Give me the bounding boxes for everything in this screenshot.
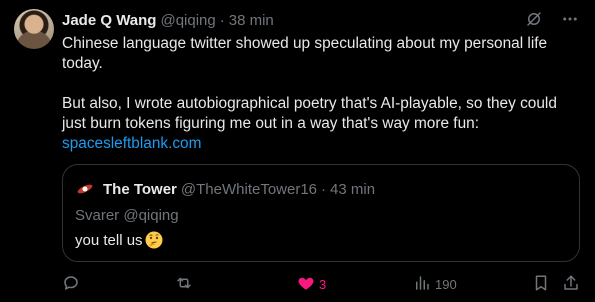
author-handle[interactable]: @qiqing bbox=[160, 12, 215, 29]
quoted-post-text-row: you tell us bbox=[75, 231, 163, 249]
quoted-reply-context: Svarer @qiqing bbox=[75, 207, 179, 224]
author-name[interactable]: Jade Q Wang bbox=[62, 12, 156, 29]
reply-button[interactable] bbox=[62, 273, 84, 295]
quoted-post-header: The Tower @TheWhiteTower16 · 43 min bbox=[75, 179, 375, 199]
more-icon bbox=[561, 10, 579, 28]
repost-icon bbox=[174, 274, 194, 295]
post-body-para2: But also, I wrote autobiographical poetr… bbox=[62, 95, 557, 132]
like-button[interactable]: 3 bbox=[297, 273, 326, 295]
grok-button[interactable] bbox=[523, 8, 545, 30]
post-body-para1: Chinese language twitter showed up specu… bbox=[62, 35, 548, 72]
action-bar: 3 190 bbox=[62, 273, 582, 295]
more-button[interactable] bbox=[559, 8, 581, 30]
post-header: Jade Q Wang @qiqing · 38 min bbox=[62, 10, 274, 30]
header-separator: · bbox=[219, 11, 225, 29]
reply-icon bbox=[62, 274, 80, 295]
quoted-post-text: you tell us bbox=[75, 231, 143, 249]
like-count: 3 bbox=[319, 276, 327, 292]
quoted-author-name[interactable]: The Tower bbox=[103, 181, 177, 198]
grok-icon bbox=[525, 10, 543, 28]
repost-button[interactable] bbox=[174, 273, 198, 295]
views-button[interactable]: 190 bbox=[413, 273, 457, 295]
bookmark-icon bbox=[532, 274, 550, 295]
share-icon bbox=[562, 274, 580, 295]
author-avatar[interactable] bbox=[14, 9, 54, 49]
post-time[interactable]: 38 min bbox=[229, 12, 274, 29]
quoted-author-handle[interactable]: @TheWhiteTower16 bbox=[181, 181, 317, 198]
thinking-face-emoji bbox=[145, 231, 163, 249]
views-icon bbox=[413, 274, 431, 295]
heart-filled-icon bbox=[297, 274, 315, 295]
quoted-post[interactable]: The Tower @TheWhiteTower16 · 43 min Svar… bbox=[62, 164, 580, 262]
quoted-header-separator: · bbox=[321, 180, 327, 198]
share-button[interactable] bbox=[562, 273, 580, 295]
top-actions bbox=[523, 8, 581, 30]
quoted-post-time[interactable]: 43 min bbox=[330, 181, 375, 198]
views-count: 190 bbox=[435, 276, 457, 292]
post[interactable]: Jade Q Wang @qiqing · 38 min Chinese lan… bbox=[0, 0, 595, 302]
quoted-author-avatar[interactable] bbox=[75, 179, 95, 199]
bookmark-button[interactable] bbox=[532, 273, 550, 295]
post-body: Chinese language twitter showed up specu… bbox=[62, 34, 577, 154]
post-link[interactable]: spacesleftblank.com bbox=[62, 135, 201, 152]
